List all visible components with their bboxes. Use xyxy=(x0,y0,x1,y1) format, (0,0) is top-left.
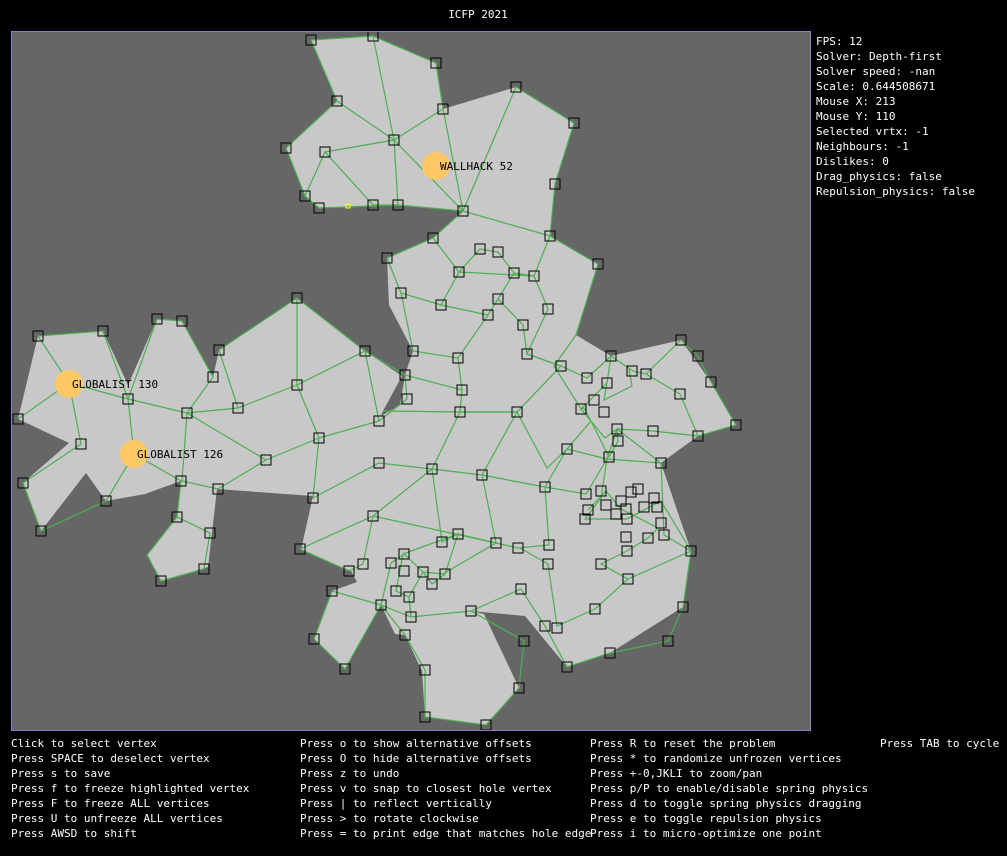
drag-physics-readout: Drag_physics: false xyxy=(816,170,942,183)
help-line: Press AWSD to shift xyxy=(11,827,137,840)
stats-panel: FPS: 12 Solver: Depth-first Solver speed… xyxy=(816,34,975,199)
help-line: Press e to toggle repulsion physics xyxy=(590,812,822,825)
help-line: Press F to freeze ALL vertices xyxy=(11,797,210,810)
solver-readout: Solver: Depth-first xyxy=(816,50,942,63)
help-column-1: Click to select vertex Press SPACE to de… xyxy=(11,736,249,841)
help-line: Press > to rotate clockwise xyxy=(300,812,479,825)
help-column-2: Press o to show alternative offsets Pres… xyxy=(300,736,591,841)
dislikes-readout: Dislikes: 0 xyxy=(816,155,889,168)
help-line: Press i to micro-optimize one point xyxy=(590,827,822,840)
bonus-globalist-130-label: GLOBALIST 130 xyxy=(72,378,158,391)
help-line: Click to select vertex xyxy=(11,737,157,750)
repulsion-physics-readout: Repulsion_physics: false xyxy=(816,185,975,198)
help-line: Press s to save xyxy=(11,767,111,780)
solver-speed-readout: Solver speed: -nan xyxy=(816,65,936,78)
bonus-globalist-126-label: GLOBALIST 126 xyxy=(137,448,223,461)
help-line: Press v to snap to closest hole vertex xyxy=(300,782,552,795)
scale-readout: Scale: 0.644508671 xyxy=(816,80,936,93)
help-line: Press z to undo xyxy=(300,767,400,780)
help-line: Press d to toggle spring physics draggin… xyxy=(590,797,862,810)
window-title: ICFP 2021 xyxy=(448,8,508,21)
help-line: Press +-0,JKLI to zoom/pan xyxy=(590,767,763,780)
mouse-y-readout: Mouse Y: 110 xyxy=(816,110,896,123)
selected-vertex-readout: Selected vrtx: -1 xyxy=(816,125,929,138)
help-line: Press | to reflect vertically xyxy=(300,797,493,810)
help-column-3: Press R to reset the problem Press * to … xyxy=(590,736,868,841)
help-line: Press O to hide alternative offsets xyxy=(300,752,532,765)
help-line: Press = to print edge that matches hole … xyxy=(300,827,592,840)
help-line: Press U to unfreeze ALL vertices xyxy=(11,812,223,825)
neighbours-readout: Neighbours: -1 xyxy=(816,140,909,153)
help-line: Press p/P to enable/disable spring physi… xyxy=(590,782,869,795)
help-line: Press TAB to cycle s xyxy=(880,737,1007,750)
bonus-wallhack-label: WALLHACK 52 xyxy=(440,160,513,173)
help-line: Press f to freeze highlighted vertex xyxy=(11,782,250,795)
mouse-x-readout: Mouse X: 213 xyxy=(816,95,896,108)
problem-canvas[interactable]: WALLHACK 52 GLOBALIST 130 GLOBALIST 126 xyxy=(11,31,811,731)
canvas-svg[interactable]: WALLHACK 52 GLOBALIST 130 GLOBALIST 126 xyxy=(12,32,810,730)
help-line: Press SPACE to deselect vertex xyxy=(11,752,210,765)
help-line: Press o to show alternative offsets xyxy=(300,737,532,750)
help-line: Press * to randomize unfrozen vertices xyxy=(590,752,842,765)
help-column-4: Press TAB to cycle s xyxy=(880,736,1007,751)
help-line: Press R to reset the problem xyxy=(590,737,776,750)
fps-readout: FPS: 12 xyxy=(816,35,863,48)
